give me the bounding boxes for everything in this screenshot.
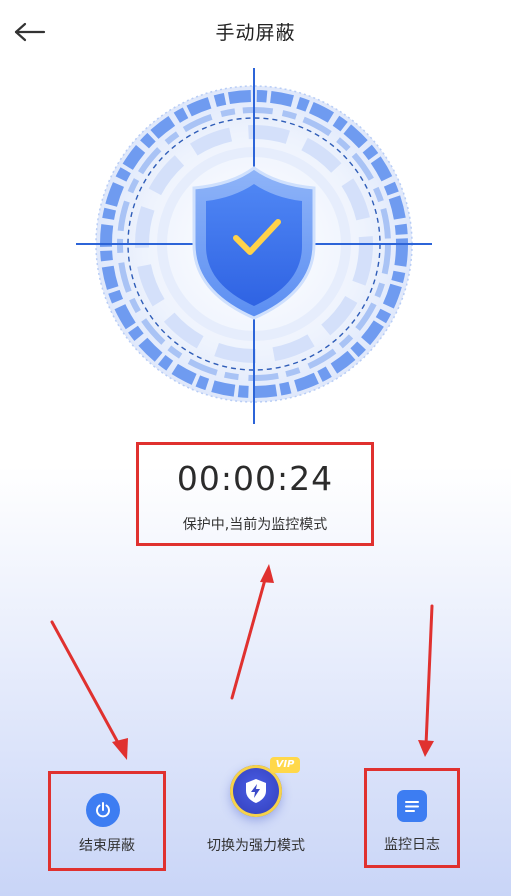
top-bar: 手动屏蔽 — [0, 0, 511, 64]
end-shield-label: 结束屏蔽 — [79, 838, 135, 854]
protection-status-text: 保护中,当前为监控模式 — [182, 517, 328, 533]
timer-panel: 00:00:24 保护中,当前为监控模式 — [136, 442, 374, 546]
document-list-icon — [397, 790, 427, 822]
elapsed-timer: 00:00:24 — [176, 459, 334, 498]
monitor-log-button[interactable]: 监控日志 — [364, 768, 460, 868]
power-icon — [86, 793, 120, 827]
monitor-log-label: 监控日志 — [384, 837, 440, 853]
shield-radar-graphic — [76, 68, 432, 424]
switch-mode-label: 切换为强力模式 — [207, 838, 305, 854]
switch-strong-mode-button[interactable]: VIP 切换为强力模式 — [186, 755, 326, 865]
page-title: 手动屏蔽 — [215, 22, 296, 44]
vip-badge: VIP — [270, 757, 300, 773]
end-shield-button[interactable]: 结束屏蔽 — [48, 771, 166, 871]
